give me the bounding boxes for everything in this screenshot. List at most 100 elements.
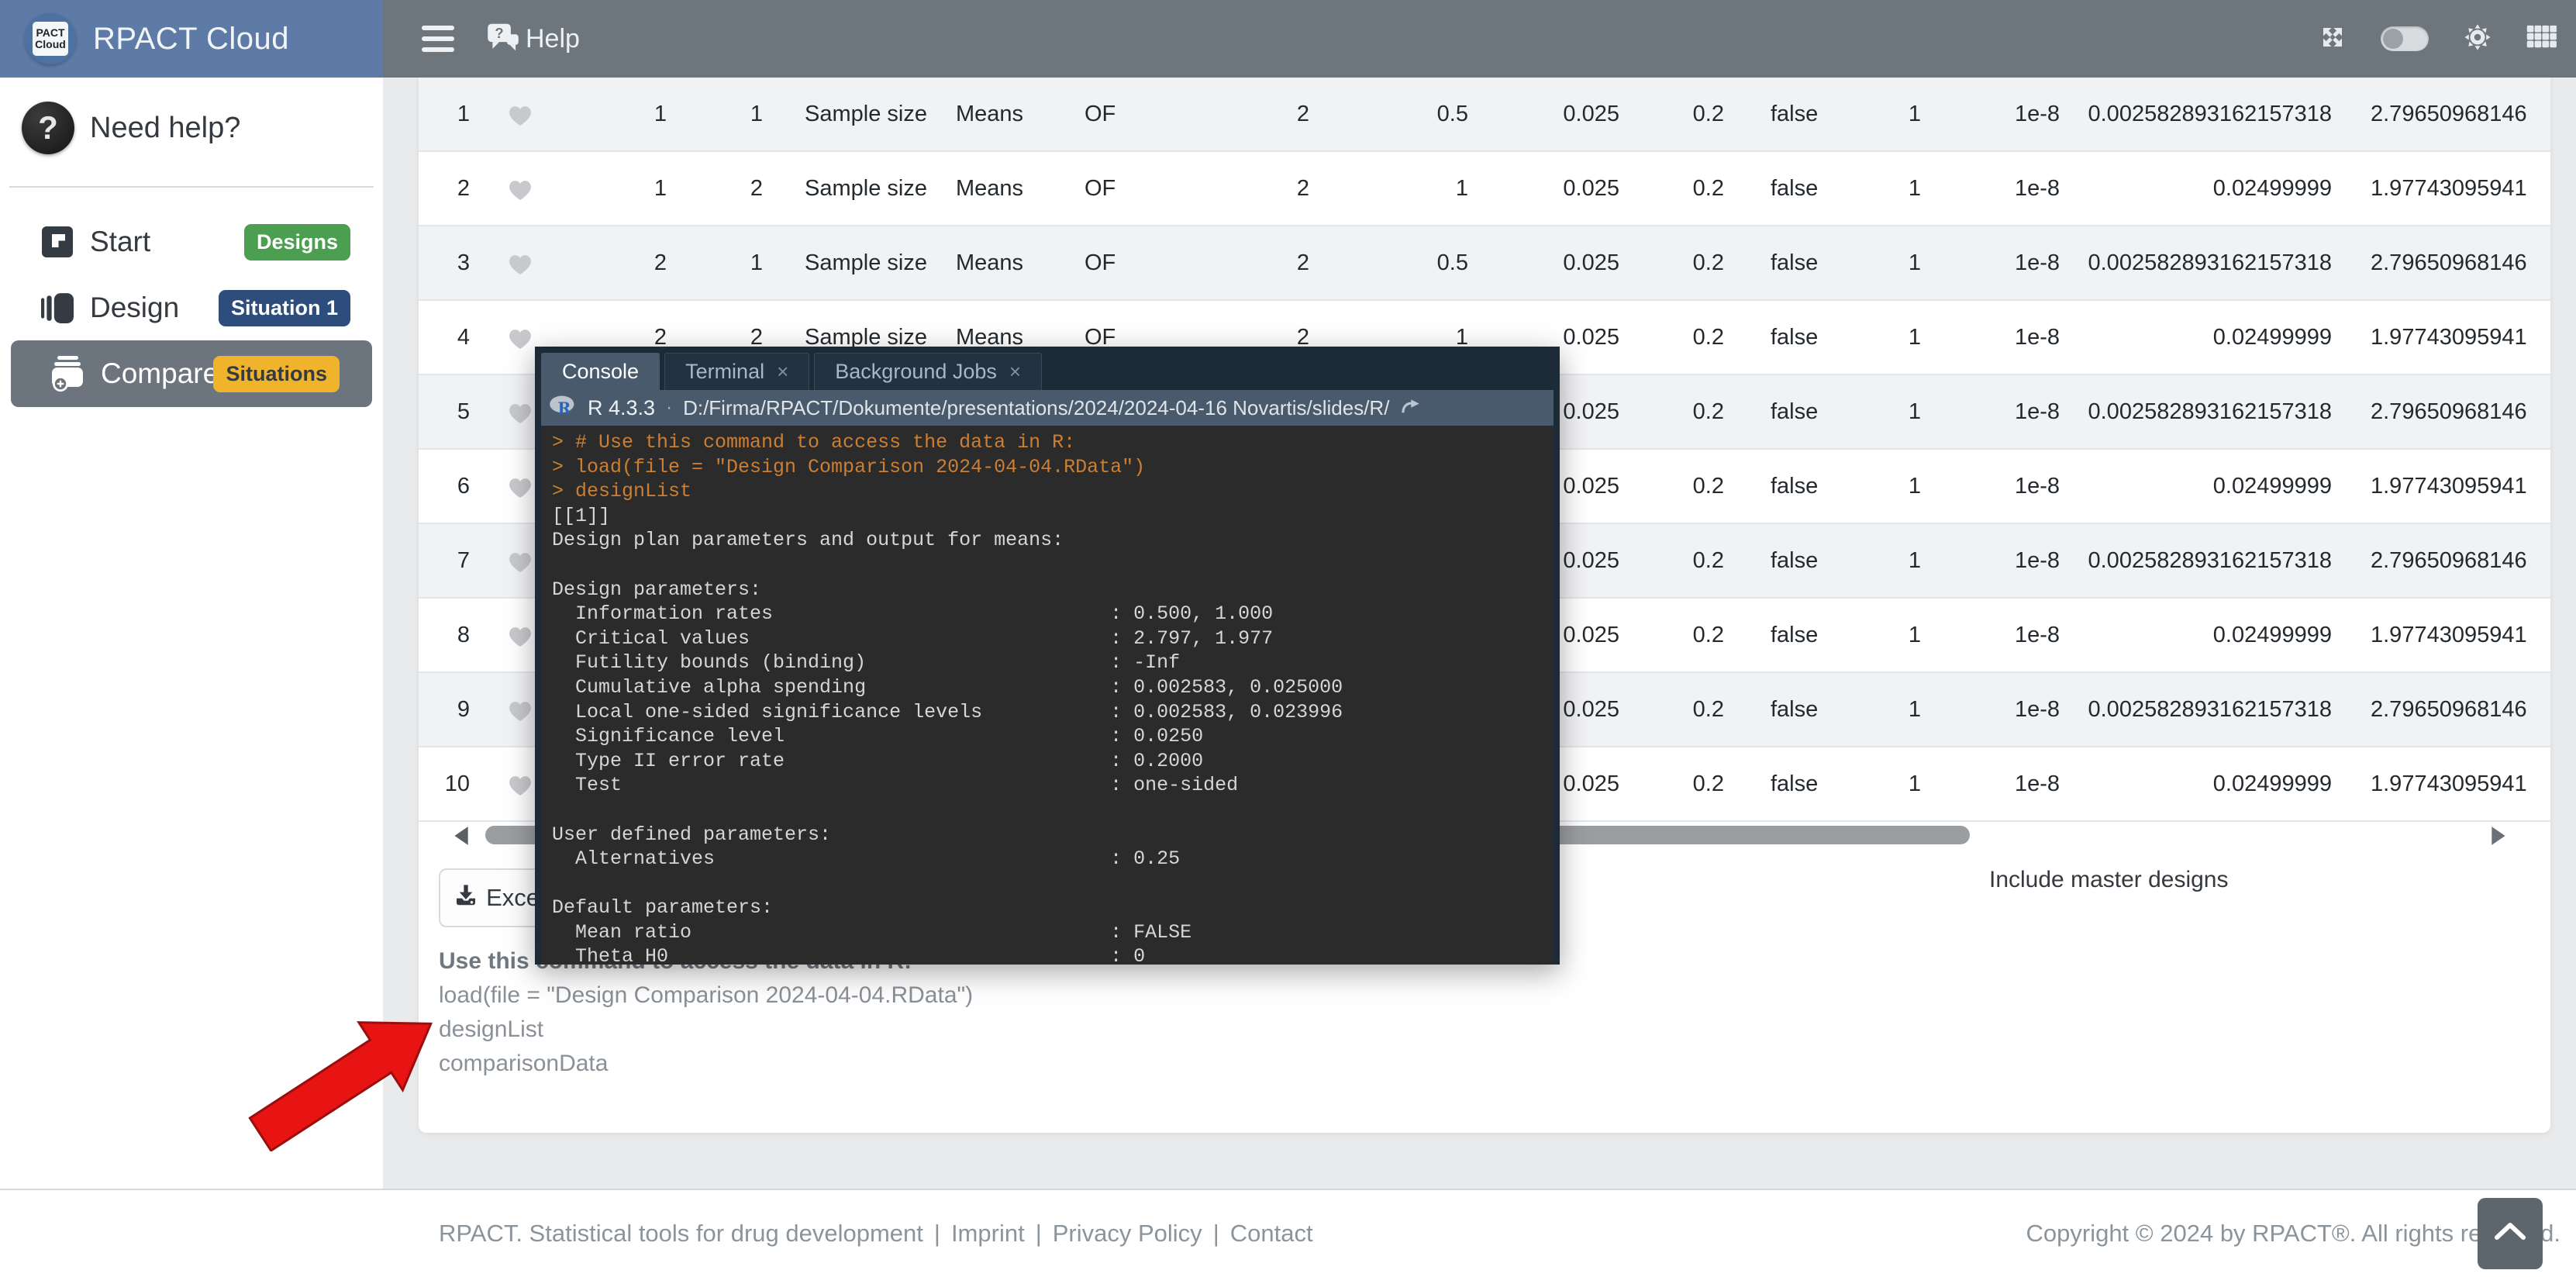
sidebar-item-design[interactable]: Design Situation 1 bbox=[0, 281, 383, 335]
r-version: R 4.3.3 bbox=[588, 396, 655, 420]
scroll-to-top-button[interactable] bbox=[2478, 1198, 2543, 1269]
table-cell: 0.002582893162157318 bbox=[2066, 673, 2340, 746]
table-row: 212Sample sizeMeansOF210.0250.2false11e-… bbox=[419, 152, 2550, 226]
tab-label: Background Jobs bbox=[835, 360, 997, 384]
table-cell: 1 bbox=[563, 78, 678, 150]
table-cell: 1 bbox=[563, 152, 678, 225]
path-separator: · bbox=[666, 397, 672, 419]
sidebar-item-start[interactable]: Start Designs bbox=[0, 215, 383, 269]
r-logo-icon: R bbox=[549, 394, 577, 422]
console-line: Design plan parameters and output for me… bbox=[552, 528, 1554, 553]
table-cell: Means bbox=[940, 226, 1057, 299]
scroll-right-arrow[interactable] bbox=[2490, 825, 2509, 851]
table-row: 111Sample sizeMeansOF20.50.0250.2false11… bbox=[419, 78, 2550, 152]
table-cell: 7 bbox=[419, 524, 478, 597]
table-cell: 0.002582893162157318 bbox=[2066, 226, 2340, 299]
favorite-heart-icon[interactable] bbox=[478, 226, 563, 299]
table-cell: OF bbox=[1057, 226, 1173, 299]
sidebar-divider bbox=[9, 186, 374, 188]
imprint-link[interactable]: Imprint bbox=[951, 1220, 1025, 1248]
table-cell: OF bbox=[1057, 152, 1173, 225]
table-row: 321Sample sizeMeansOF20.50.0250.2false11… bbox=[419, 226, 2550, 301]
favorite-heart-icon[interactable] bbox=[478, 78, 563, 150]
contact-link[interactable]: Contact bbox=[1230, 1220, 1313, 1248]
table-cell: false bbox=[1729, 152, 1857, 225]
table-cell: 1 bbox=[678, 78, 774, 150]
console-tab-background-jobs[interactable]: Background Jobs × bbox=[814, 353, 1042, 390]
table-cell: 1e-8 bbox=[1929, 301, 2066, 374]
command-line-comparisondata: comparisonData bbox=[439, 1047, 973, 1081]
hamburger-menu-icon[interactable] bbox=[422, 26, 454, 52]
console-line: [[1]] bbox=[552, 504, 1554, 529]
console-line: Mean ratio : FALSE bbox=[552, 920, 1554, 945]
design-icon bbox=[40, 292, 74, 324]
table-cell: 0.002582893162157318 bbox=[2066, 78, 2340, 150]
table-cell: 1.97743095941 bbox=[2340, 450, 2550, 523]
fullscreen-expand-icon[interactable] bbox=[2319, 23, 2347, 55]
table-cell: Means bbox=[940, 78, 1057, 150]
help-bubbles-icon: ? bbox=[487, 22, 519, 56]
table-cell: 1.97743095941 bbox=[2340, 152, 2550, 225]
console-line: > designList bbox=[552, 479, 1554, 504]
help-button[interactable]: ? Help bbox=[487, 22, 580, 56]
console-line bbox=[552, 798, 1554, 823]
table-cell: 2 bbox=[678, 152, 774, 225]
need-help-item[interactable]: ? Need help? bbox=[0, 101, 383, 155]
console-line: Theta H0 : 0 bbox=[552, 944, 1554, 965]
console-output: > # Use this command to access the data … bbox=[541, 426, 1554, 965]
table-cell: 0.2 bbox=[1624, 301, 1729, 374]
table-cell: 0.5 bbox=[1314, 78, 1473, 150]
settings-gear-icon[interactable] bbox=[2463, 22, 2492, 56]
console-tab-console[interactable]: Console bbox=[541, 353, 660, 390]
console-line: Futility bounds (binding) : -Inf bbox=[552, 651, 1554, 675]
table-cell: 1.97743095941 bbox=[2340, 599, 2550, 671]
table-cell: Sample size bbox=[774, 226, 940, 299]
close-icon[interactable]: × bbox=[777, 360, 788, 384]
table-cell: 10 bbox=[419, 747, 478, 820]
console-tab-terminal[interactable]: Terminal× bbox=[664, 353, 809, 390]
footer: RPACT. Statistical tools for drug develo… bbox=[0, 1189, 2576, 1277]
table-cell: 0.02499999 bbox=[2066, 747, 2340, 820]
command-line-load: load(file = "Design Comparison 2024-04-0… bbox=[439, 978, 973, 1013]
table-cell: 4 bbox=[419, 301, 478, 374]
sidebar-item-compare[interactable]: Compare Situations bbox=[11, 340, 372, 407]
console-line: Design parameters: bbox=[552, 578, 1554, 602]
console-line bbox=[552, 871, 1554, 896]
table-cell: 3 bbox=[419, 226, 478, 299]
table-cell: 5 bbox=[419, 375, 478, 448]
table-cell: 0.025 bbox=[1473, 226, 1624, 299]
table-cell: 8 bbox=[419, 599, 478, 671]
goto-directory-arrow-icon[interactable] bbox=[1400, 396, 1420, 420]
console-line: Alternatives : 0.25 bbox=[552, 847, 1554, 871]
table-cell: 1e-8 bbox=[1929, 524, 2066, 597]
footer-separator: | bbox=[1213, 1220, 1219, 1248]
scroll-left-arrow[interactable] bbox=[451, 825, 470, 851]
privacy-policy-link[interactable]: Privacy Policy bbox=[1053, 1220, 1202, 1248]
table-cell: 0.025 bbox=[1473, 152, 1624, 225]
favorite-heart-icon[interactable] bbox=[478, 152, 563, 225]
table-cell: 1e-8 bbox=[1929, 78, 2066, 150]
theme-toggle-switch[interactable] bbox=[2381, 26, 2429, 51]
console-line: Cumulative alpha spending : 0.002583, 0.… bbox=[552, 675, 1554, 700]
table-cell: 0.02499999 bbox=[2066, 599, 2340, 671]
table-cell: 1 bbox=[1857, 375, 1929, 448]
table-cell: false bbox=[1729, 524, 1857, 597]
table-cell: 1 bbox=[678, 226, 774, 299]
rpact-cloud-logo: PACTCloud bbox=[25, 13, 76, 64]
table-cell: false bbox=[1729, 226, 1857, 299]
include-master-designs-label[interactable]: Include master designs bbox=[1989, 867, 2229, 893]
table-cell: 0.2 bbox=[1624, 673, 1729, 746]
table-cell: 1 bbox=[1857, 747, 1929, 820]
grid-table-icon[interactable] bbox=[2526, 25, 2557, 53]
table-cell: 1 bbox=[1314, 152, 1473, 225]
situations-badge: Situations bbox=[213, 356, 340, 392]
table-cell: 1e-8 bbox=[1929, 152, 2066, 225]
table-cell: 1 bbox=[1857, 599, 1929, 671]
footer-separator: | bbox=[934, 1220, 940, 1248]
table-cell: 1.97743095941 bbox=[2340, 747, 2550, 820]
situation-badge: Situation 1 bbox=[219, 290, 350, 326]
table-cell: false bbox=[1729, 301, 1857, 374]
sidebar-item-label: Compare bbox=[101, 357, 219, 390]
table-cell: 1 bbox=[419, 78, 478, 150]
close-icon[interactable]: × bbox=[1009, 360, 1021, 384]
